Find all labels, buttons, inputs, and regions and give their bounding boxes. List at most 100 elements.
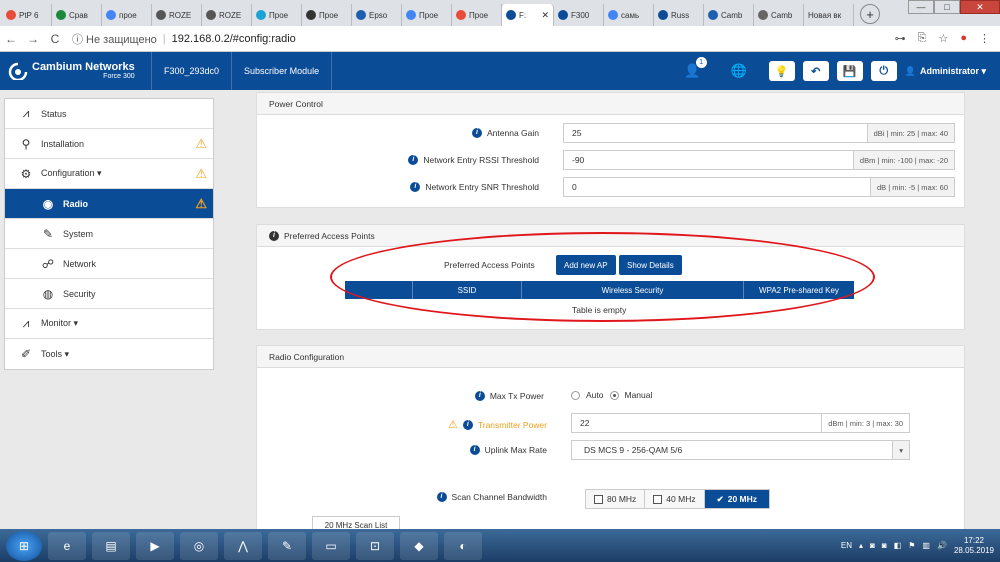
browser-tab[interactable]: Срав — [52, 4, 102, 26]
taskbar-explorer-icon[interactable]: ▤ — [92, 531, 130, 560]
browser-tab[interactable]: F: ✕ — [502, 4, 554, 26]
info-icon: i — [462, 419, 473, 430]
maximize-button[interactable]: □ — [934, 0, 960, 14]
browser-tab[interactable]: Прое — [452, 4, 502, 26]
tray-flag-icon[interactable]: ⚑ — [908, 541, 915, 550]
browser-tab[interactable]: прое — [102, 4, 152, 26]
minimize-button[interactable]: — — [908, 0, 934, 14]
tx-power-value[interactable]: 22 — [572, 414, 821, 432]
forward-button[interactable]: → — [22, 32, 44, 46]
browser-tab[interactable]: Прое — [402, 4, 452, 26]
sidebar-item-installation[interactable]: ⚲ Installation ⚠ — [5, 129, 213, 159]
tray-app-icon[interactable]: ◙ — [882, 541, 887, 550]
tab-favicon-icon — [506, 10, 516, 20]
tx-power-field[interactable]: 22 dBm | min: 3 | max: 30 — [571, 413, 910, 433]
bw-80-option[interactable]: 80 MHz — [586, 490, 646, 508]
power-row-field[interactable]: -90 dBm | min: -100 | max: -20 — [563, 150, 955, 170]
browser-menu-icon[interactable]: ⋮ — [979, 32, 990, 45]
tray-network-icon[interactable]: ▥ — [922, 541, 930, 550]
bw-20-option[interactable]: ✔ 20 MHz — [704, 490, 770, 508]
browser-tab[interactable]: PtP 6 — [2, 4, 52, 26]
locate-button[interactable]: 💡 — [768, 61, 795, 81]
reboot-button[interactable]: ⏻ — [870, 61, 897, 81]
admin-menu[interactable]: 👤 Administrator ▾ — [905, 66, 986, 77]
browser-tab[interactable]: F300 — [554, 4, 604, 26]
taskbar-chart-app-icon[interactable]: ✎ — [268, 531, 306, 560]
user-icon: 👤 — [904, 65, 916, 76]
browser-tab[interactable]: Прое — [302, 4, 352, 26]
power-row-value[interactable]: 25 — [564, 124, 867, 142]
sidebar-item-security[interactable]: ◍ Security — [5, 279, 213, 309]
taskbar-tool-icon[interactable]: ◆ — [400, 531, 438, 560]
uplink-max-rate-select[interactable]: DS MCS 9 - 256-QAM 5/6 ▾ — [571, 440, 910, 460]
save-button[interactable]: 💾 — [836, 61, 863, 81]
power-row-field[interactable]: 0 dB | min: -5 | max: 60 — [563, 177, 955, 197]
tray-expand-icon[interactable]: ▴ — [859, 541, 863, 550]
power-row-field[interactable]: 25 dBi | min: 25 | max: 40 — [563, 123, 955, 143]
taskbar-media-icon[interactable]: ▶ — [136, 531, 174, 560]
uplink-max-rate-value: DS MCS 9 - 256-QAM 5/6 — [584, 445, 683, 455]
browser-tab-bar: PtP 6 Срав прое ROZE ROZE Прое Прое Epso Прое Про… — [0, 0, 1000, 26]
reload-button[interactable]: C — [44, 32, 66, 46]
language-indicator[interactable]: EN — [841, 541, 852, 550]
device-name: F300_293dc0 — [152, 52, 233, 90]
add-new-ap-button[interactable]: Add new AP — [556, 255, 616, 275]
extension-icon[interactable]: ● — [960, 32, 967, 45]
start-button[interactable]: ⊞ — [6, 530, 42, 561]
browser-tab[interactable]: Epso — [352, 4, 402, 26]
auto-radio[interactable] — [571, 390, 580, 400]
taskbar-console-icon[interactable]: ▭ — [312, 531, 350, 560]
clock[interactable]: 17:22 28.05.2019 — [954, 536, 994, 556]
key-icon[interactable]: ⊶ — [895, 32, 906, 45]
browser-tab[interactable]: ROZE — [202, 4, 252, 26]
browser-tab[interactable]: Новая вк — [804, 4, 854, 26]
manual-radio[interactable] — [609, 390, 619, 400]
taskbar-chrome-icon[interactable]: ◎ — [180, 531, 218, 560]
user-notifications-icon[interactable]: 👤 1 — [684, 57, 707, 79]
url-text[interactable]: 192.168.0.2/#config:radio — [172, 33, 296, 45]
browser-tab[interactable]: Прое — [252, 4, 302, 26]
globe-icon[interactable]: 🌐 — [731, 63, 747, 79]
tray-app-icon[interactable]: ◙ — [870, 541, 875, 550]
sidebar-item-tools[interactable]: ✐ Tools ▾ — [5, 339, 213, 369]
cambium-logo[interactable]: Cambium Networks Force 300 — [0, 52, 152, 90]
back-button[interactable]: ← — [0, 32, 22, 46]
tray-app-icon[interactable]: ◧ — [894, 541, 902, 550]
close-window-button[interactable]: ✕ — [960, 0, 1000, 14]
bw-40-option[interactable]: 40 MHz — [645, 490, 705, 508]
power-row-value[interactable]: -90 — [564, 151, 853, 169]
taskbar-network-icon[interactable]: ⊡ — [356, 531, 394, 560]
sidebar-item-system[interactable]: ✎ System — [5, 219, 213, 249]
omnibox[interactable]: ⓘ Не защищено | 192.168.0.2/#config:radi… — [72, 31, 296, 47]
bookmark-star-icon[interactable]: ☆ — [938, 32, 948, 45]
browser-tab[interactable]: Camb — [754, 4, 804, 26]
close-tab-icon[interactable]: ✕ — [541, 10, 549, 21]
sidebar-item-configuration[interactable]: ⚙ Configuration ▾ ⚠ — [5, 159, 213, 189]
translate-icon[interactable]: ⎘ — [918, 32, 927, 45]
tab-favicon-icon — [406, 10, 416, 20]
tab-title: Срав — [69, 10, 88, 20]
browser-tab[interactable]: Russ — [654, 4, 704, 26]
taskbar-app-icon[interactable]: ⋀ — [224, 531, 262, 560]
sidebar-nav: ⩘ Status ⚲ Installation ⚠ ⚙ Configuration ▾ ⚠ ◉ R… — [4, 98, 214, 370]
taskbar-ie-icon[interactable]: e — [48, 531, 86, 560]
ap-col-security[interactable]: Wireless Security — [522, 281, 744, 299]
sidebar-item-status[interactable]: ⩘ Status — [5, 99, 213, 129]
browser-tab[interactable]: Camb — [704, 4, 754, 26]
new-tab-button[interactable]: + — [860, 4, 880, 24]
sidebar-item-network[interactable]: ☍ Network — [5, 249, 213, 279]
tab-favicon-icon — [306, 10, 316, 20]
sidebar-item-radio[interactable]: ◉ Radio ⚠ — [5, 189, 213, 219]
sidebar-item-monitor[interactable]: ⩘ Monitor ▾ — [5, 309, 213, 339]
taskbar-cambium-icon[interactable]: ◐ — [444, 531, 482, 560]
tray-volume-icon[interactable]: 🔊 — [937, 541, 947, 550]
power-row-range: dB | min: -5 | max: 60 — [869, 178, 954, 196]
ap-col-select[interactable] — [345, 281, 413, 299]
power-row-value[interactable]: 0 — [564, 178, 870, 196]
undo-button[interactable]: ↶ — [802, 61, 829, 81]
ap-col-ssid[interactable]: SSID — [413, 281, 522, 299]
ap-col-psk[interactable]: WPA2 Pre-shared Key — [744, 281, 854, 299]
show-details-button[interactable]: Show Details — [619, 255, 682, 275]
browser-tab[interactable]: cамь — [604, 4, 654, 26]
browser-tab[interactable]: ROZE — [152, 4, 202, 26]
